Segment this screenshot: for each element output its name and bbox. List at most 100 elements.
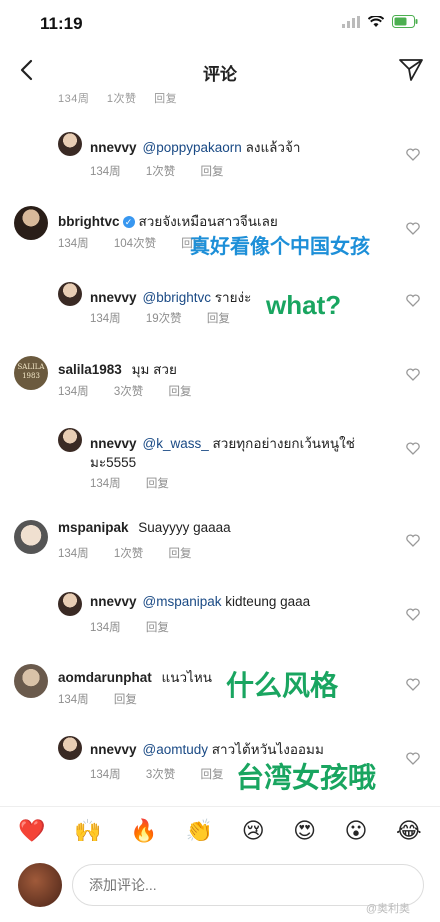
avatar[interactable]	[58, 592, 82, 616]
comment-meta: 134周 1次赞 回复	[58, 545, 214, 561]
fire-emoji-icon[interactable]: 🔥	[130, 819, 157, 844]
comment-reply: nnevvy @k_wass_ สวยทุกอย่างยกเว้นหนูใช่ ม…	[0, 426, 440, 496]
comment-likes[interactable]: 3次赞	[114, 383, 143, 399]
comment-time: 134周	[90, 313, 121, 325]
heart-icon[interactable]	[406, 752, 420, 765]
comment-likes[interactable]: 104次赞	[114, 235, 156, 251]
heart-icon[interactable]	[406, 678, 420, 691]
comment-time: 134周	[58, 694, 89, 706]
comment-input-row: @奥利奥	[0, 858, 440, 918]
comment-likes[interactable]: 1次赞	[114, 545, 143, 561]
page-title: 评论	[203, 65, 237, 84]
comment-username[interactable]: nnevvy	[90, 742, 137, 757]
comment-text-line: mspanipak Suayyyy gaaaa	[58, 520, 231, 535]
status-time: 11:19	[40, 14, 83, 33]
heart-icon[interactable]	[406, 442, 420, 455]
reply-button[interactable]: 回复	[207, 310, 230, 326]
caption-overlay: 什么风格	[226, 670, 339, 701]
battery-icon	[392, 15, 418, 28]
comment-text: สวยจังเหมือนสาวจีนเลย	[138, 214, 278, 229]
send-icon[interactable]	[398, 57, 424, 83]
avatar[interactable]	[14, 664, 48, 698]
avatar[interactable]	[58, 428, 82, 452]
heart-icon[interactable]	[406, 222, 420, 235]
comment-meta: 134周 回复	[90, 475, 191, 491]
comment-username[interactable]: nnevvy	[90, 436, 137, 451]
comment-likes[interactable]: 19次赞	[146, 310, 182, 326]
comment-text: สวยทุกอย่างยกเว้นหนูใช่	[212, 436, 355, 451]
comment-likes[interactable]: 1次赞	[146, 163, 175, 179]
self-avatar	[18, 863, 62, 907]
comment-likes[interactable]: 1次赞	[107, 93, 137, 105]
clapping-hands-emoji-icon[interactable]: 👏	[186, 819, 213, 844]
comment-reply: nnevvy @mspanipak kidteung gaaa 134周 回复	[0, 590, 440, 648]
comment-username[interactable]: mspanipak	[58, 520, 129, 535]
comment-text: ลงแล้วจ้า	[245, 140, 301, 155]
comment-text-line-2: มะ5555	[90, 455, 137, 470]
heart-eyes-emoji-icon[interactable]: 😍	[293, 819, 316, 844]
signal-icon	[342, 15, 360, 28]
comment-text-line: salila1983 มุม สวย	[58, 358, 177, 380]
comment-text: Suayyyy gaaaa	[138, 520, 231, 535]
comment-username[interactable]: salila1983	[58, 362, 122, 377]
comment-username[interactable]: nnevvy	[90, 140, 137, 155]
comment-reply: nnevvy @aomtudy สาวไต้หวันไงออมม 134周 3次赞…	[0, 734, 440, 796]
tears-of-joy-emoji-icon[interactable]: 😂	[396, 819, 422, 844]
comment-text: kidteung gaaa	[225, 594, 311, 609]
reply-button[interactable]: 回复	[201, 163, 224, 179]
watermark: @奥利奥	[365, 903, 410, 915]
comment-time: 134周	[90, 769, 121, 781]
comment: bbrightvc ✓ สวยจังเหมือนสาวจีนเลย 134周 104…	[0, 202, 440, 260]
avatar[interactable]	[58, 132, 82, 156]
crying-face-emoji-icon[interactable]: 😢	[242, 819, 265, 844]
avatar[interactable]	[14, 206, 48, 240]
comment-mention[interactable]: @aomtudy	[143, 742, 208, 757]
avatar[interactable]	[58, 282, 82, 306]
comment-meta: 134周 回复	[90, 619, 191, 635]
reply-button[interactable]: 回复	[114, 691, 137, 707]
comment-mention[interactable]: @poppypakaorn	[143, 140, 242, 155]
emoji-bar: ❤️ 🙌 🔥 👏 😢 😍 😮 😂	[0, 806, 440, 856]
reply-button[interactable]: 回复	[201, 766, 224, 782]
comment-username[interactable]: bbrightvc	[58, 214, 120, 229]
comment-username[interactable]: aomdarunphat	[58, 670, 152, 685]
surprised-face-emoji-icon[interactable]: 😮	[345, 819, 368, 844]
comment-time: 134周	[90, 166, 121, 178]
caption-overlay: 真好看像个中国女孩	[190, 236, 370, 258]
reply-button[interactable]: 回复	[146, 475, 169, 491]
reply-button[interactable]: 回复	[154, 93, 177, 105]
reply-button[interactable]: 回复	[169, 383, 192, 399]
heart-icon[interactable]	[406, 534, 420, 547]
verified-badge-icon: ✓	[122, 216, 135, 228]
comment-text-line: aomdarunphat แนวไหน	[58, 666, 212, 688]
comment-mention[interactable]: @bbrightvc	[143, 290, 211, 305]
comment-meta: 134周 3次赞 回复	[90, 766, 246, 782]
heart-icon[interactable]	[406, 294, 420, 307]
cropped-comment-meta: 134周 1次赞 回复	[58, 90, 191, 106]
reply-button[interactable]: 回复	[146, 619, 169, 635]
comment-time: 134周	[58, 93, 90, 105]
red-heart-emoji-icon[interactable]: ❤️	[18, 819, 45, 844]
comment-time: 134周	[58, 238, 89, 250]
comment-meta: 134周 回复	[58, 691, 159, 707]
comment-username[interactable]: nnevvy	[90, 290, 137, 305]
comment-time: 134周	[58, 548, 89, 560]
comment-username[interactable]: nnevvy	[90, 594, 137, 609]
comment-mention[interactable]: @k_wass_	[143, 436, 209, 451]
wifi-icon	[368, 15, 384, 27]
comment-text-line: nnevvy @poppypakaorn ลงแล้วจ้า	[90, 136, 301, 158]
comment-text-line: nnevvy @mspanipak kidteung gaaa	[90, 594, 310, 609]
comment-time: 134周	[90, 478, 121, 490]
raised-hands-emoji-icon[interactable]: 🙌	[74, 819, 101, 844]
comment-text: มุม สวย	[131, 362, 177, 377]
comment-mention[interactable]: @mspanipak	[143, 594, 222, 609]
comment-likes[interactable]: 3次赞	[146, 766, 175, 782]
avatar[interactable]	[58, 736, 82, 760]
avatar[interactable]: SALILA 1983	[14, 356, 48, 390]
comment-text-line: bbrightvc ✓ สวยจังเหมือนสาวจีนเลย	[58, 210, 278, 232]
heart-icon[interactable]	[406, 148, 420, 161]
heart-icon[interactable]	[406, 608, 420, 621]
reply-button[interactable]: 回复	[169, 545, 192, 561]
avatar[interactable]	[14, 520, 48, 554]
heart-icon[interactable]	[406, 368, 420, 381]
